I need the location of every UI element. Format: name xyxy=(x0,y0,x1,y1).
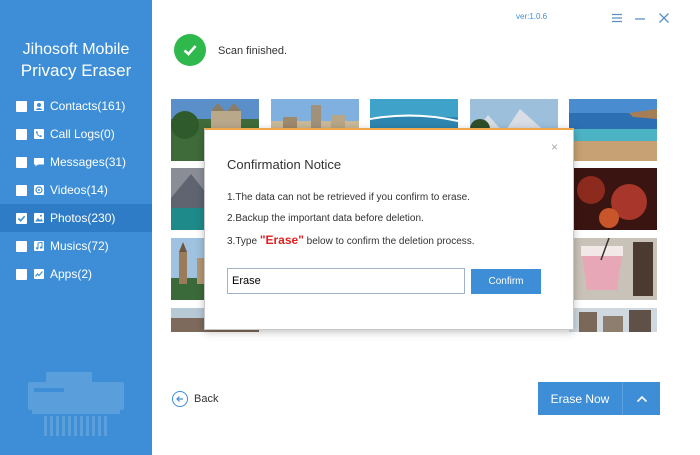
checkbox[interactable] xyxy=(16,128,27,140)
sidebar-item-label: Photos(230) xyxy=(50,211,116,225)
erase-now-button[interactable]: Erase Now xyxy=(538,382,660,415)
app-title-line2: Privacy Eraser xyxy=(20,61,132,80)
sidebar-item-label: Messages(31) xyxy=(50,155,127,169)
chevron-up-icon[interactable] xyxy=(622,382,660,415)
erase-now-label: Erase Now xyxy=(550,391,610,406)
close-icon[interactable] xyxy=(657,11,671,25)
sidebar-item-musics[interactable]: Musics(72) xyxy=(0,232,152,260)
back-arrow-icon xyxy=(172,391,188,407)
music-icon xyxy=(34,241,44,251)
sidebar-item-videos[interactable]: Videos(14) xyxy=(0,176,152,204)
erase-keyword: "Erase" xyxy=(259,233,304,247)
photo-thumbnail[interactable] xyxy=(569,99,657,161)
menu-icon[interactable] xyxy=(610,11,624,25)
sidebar-item-apps[interactable]: Apps(2) xyxy=(0,260,152,288)
shredder-icon xyxy=(28,372,124,436)
erase-confirm-input[interactable] xyxy=(227,268,465,294)
photo-thumbnail[interactable] xyxy=(569,168,657,230)
close-icon[interactable]: × xyxy=(551,141,558,153)
apps-icon xyxy=(34,269,44,279)
checkbox[interactable] xyxy=(16,156,27,168)
sidebar-item-call-logs[interactable]: Call Logs(0) xyxy=(0,120,152,148)
sidebar-item-label: Musics(72) xyxy=(50,239,109,253)
notice-line-3-prefix: 3.Type xyxy=(227,236,260,247)
sidebar-item-label: Apps(2) xyxy=(50,267,93,281)
status-text: Scan finished. xyxy=(218,45,288,57)
dialog-title: Confirmation Notice xyxy=(227,157,342,172)
photo-icon xyxy=(34,213,44,223)
minimize-icon[interactable] xyxy=(633,11,647,25)
notice-line-2: 2.Backup the important data before delet… xyxy=(227,213,424,224)
category-list: Contacts(161) Call Logs(0) Messages(31) … xyxy=(0,92,152,288)
message-icon xyxy=(34,158,44,167)
check-icon xyxy=(17,215,26,222)
checkbox[interactable] xyxy=(16,100,27,112)
app-title: Jihosoft Mobile Privacy Eraser xyxy=(0,40,152,81)
sidebar-item-contacts[interactable]: Contacts(161) xyxy=(0,92,152,120)
checkbox[interactable] xyxy=(16,240,27,252)
sidebar-item-label: Call Logs(0) xyxy=(50,127,115,141)
video-icon xyxy=(34,185,44,195)
notice-line-3-suffix: below to confirm the deletion process. xyxy=(303,236,475,247)
checkbox[interactable] xyxy=(16,268,27,280)
back-button[interactable]: Back xyxy=(172,391,218,407)
contacts-icon xyxy=(34,101,44,111)
notice-line-3: 3.Type "Erase" below to confirm the dele… xyxy=(227,233,475,247)
back-label: Back xyxy=(194,393,219,405)
confirm-button[interactable]: Confirm xyxy=(471,269,541,294)
sidebar-item-label: Contacts(161) xyxy=(50,99,126,113)
photo-thumbnail[interactable] xyxy=(569,238,657,300)
confirmation-dialog: × Confirmation Notice 1.The data can not… xyxy=(204,128,574,330)
sidebar-item-label: Videos(14) xyxy=(50,183,108,197)
phone-icon xyxy=(34,129,44,139)
checkbox[interactable] xyxy=(16,184,27,196)
version-label: ver:1.0.6 xyxy=(516,12,548,21)
notice-line-1: 1.The data can not be retrieved if you c… xyxy=(227,192,470,203)
photo-thumbnail[interactable] xyxy=(569,308,657,332)
sidebar: Jihosoft Mobile Privacy Eraser Contacts(… xyxy=(0,0,152,455)
sidebar-item-messages[interactable]: Messages(31) xyxy=(0,148,152,176)
success-icon xyxy=(174,34,206,66)
checkbox-checked[interactable] xyxy=(16,212,27,224)
sidebar-item-photos[interactable]: Photos(230) xyxy=(0,204,152,232)
app-title-line1: Jihosoft Mobile xyxy=(22,41,130,58)
